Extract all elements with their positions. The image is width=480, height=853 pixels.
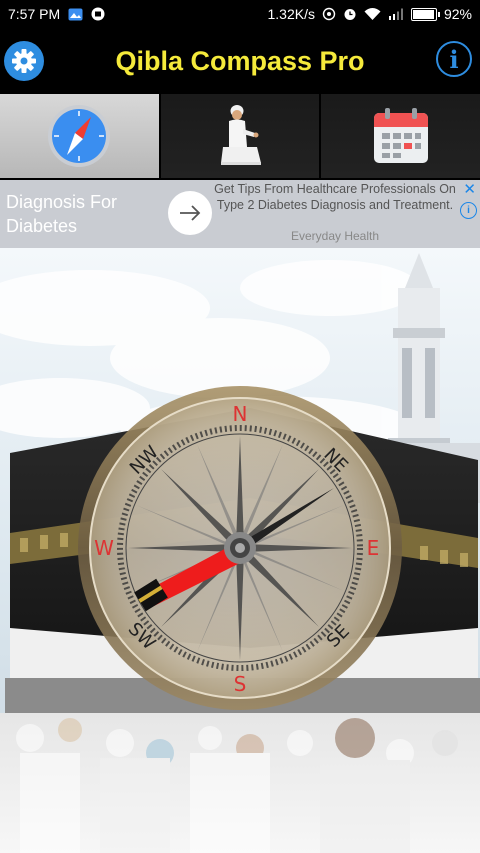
gear-icon [12,49,36,73]
signal-icon [388,8,403,20]
status-time: 7:57 PM [8,6,61,22]
info-icon: i [449,44,459,74]
ad-banner[interactable]: Diagnosis For Diabetes Get Tips From Hea… [0,180,480,248]
ad-body[interactable]: Get Tips From Healthcare Professionals O… [214,180,456,213]
battery-icon [410,7,440,21]
tab-calendar[interactable] [321,94,480,178]
battery-percent: 92% [443,6,472,22]
tab-bar [0,94,480,180]
compass-label-s: S [234,672,247,696]
hotspot-icon [322,7,336,21]
alarm-icon [344,9,356,20]
calendar-icon [373,108,428,163]
tab-compass[interactable] [0,94,159,178]
tab-prayer[interactable] [160,94,320,178]
compass-label-e: E [367,536,380,560]
settings-button[interactable] [4,41,44,81]
qibla-compass: N S W E NE NW SE SW [76,384,404,712]
arrow-right-icon [180,205,201,221]
app-title: Qibla Compass Pro [115,45,365,76]
status-bar: 7:57 PM 1.32K/s 92% [0,0,480,28]
compass-icon [48,105,111,167]
network-speed: 1.32K/s [267,6,315,22]
ad-headline[interactable]: Diagnosis For Diabetes [6,190,156,238]
compass-label-n: N [233,402,248,426]
gallery-icon [68,8,83,20]
info-button[interactable]: i [436,41,472,77]
praying-man-icon [221,105,261,165]
ad-open-button[interactable] [168,191,212,235]
compass-label-w: W [94,536,114,560]
app-bar: Qibla Compass Pro i [0,28,480,94]
wifi-icon [364,7,381,20]
ad-source: Everyday Health [290,229,380,243]
ad-close-icon[interactable]: ✕ [463,180,476,198]
ad-info-icon[interactable]: i [460,202,477,219]
notification-icon [91,7,105,21]
